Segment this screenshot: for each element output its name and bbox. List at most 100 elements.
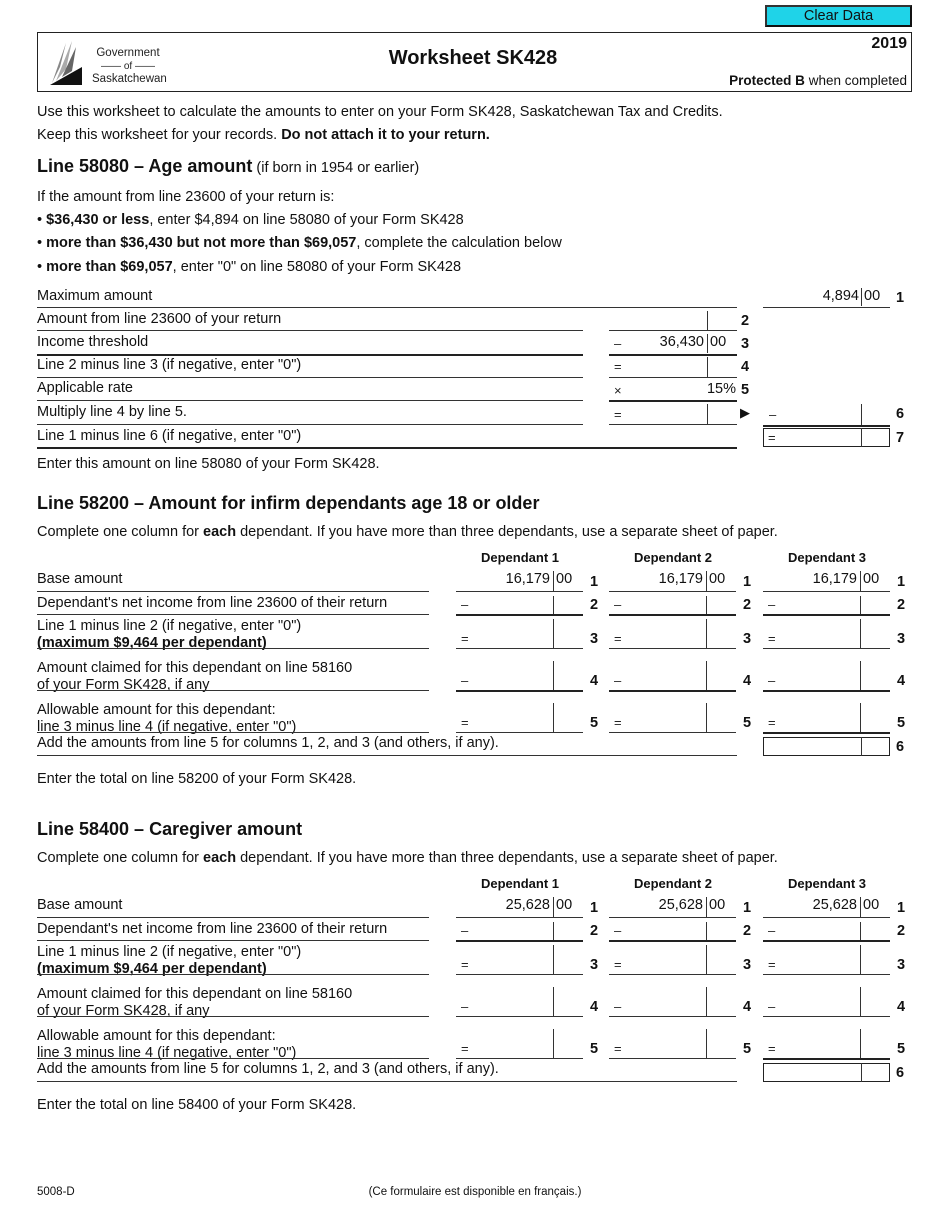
infirm-dependant-1-line-5-input[interactable] [472,703,583,732]
age-line1-dollars: 4,894 [822,288,859,304]
minus-sign: – [461,673,469,688]
line-number: 3 [743,957,752,973]
caregiver-base-dollars: 25,628 [505,897,550,913]
caregiver-cell-rule [456,974,583,975]
minus-sign: – [769,407,777,422]
clear-data-button[interactable]: Clear Data [765,5,912,27]
arrow-right-icon: ▶ [740,405,750,420]
age-row-rule [37,307,737,308]
age-mid-rule [609,377,737,378]
intro-line-2-plain: Keep this worksheet for your records. [37,127,282,143]
caregiver-dependant-3-line-5-input[interactable] [779,1029,890,1058]
caregiver-total-box[interactable] [763,1063,890,1082]
caregiver-base-dollars: 25,628 [812,897,857,913]
infirm-dependant-3-line-5-input[interactable] [779,703,890,732]
infirm-dependant-2-line-5-input[interactable] [625,703,736,732]
intro-line-2-bold: Do not attach it to your return. [281,127,490,143]
logo-line-saskatchewan: Saskatchewan [92,73,167,85]
caregiver-row-label: Amount claimed for this dependant on lin… [37,986,353,1002]
age-line7-box[interactable] [763,428,890,447]
caregiver-dependant-2-line-4-input[interactable] [625,987,736,1016]
age-row-rule [37,400,583,401]
infirm-dependant-3-line-4-input[interactable] [779,661,890,690]
age-line6-right-input[interactable] [779,404,890,425]
age-row-label: Income threshold [37,334,149,350]
french-notice: (Ce formulaire est disponible en françai… [368,1186,582,1198]
age-row-label: Line 2 minus line 3 (if negative, enter … [37,357,302,373]
equals-sign: = [461,1041,469,1056]
equals-sign: = [614,957,622,972]
infirm-cell-rule [763,648,890,649]
equals-sign: = [768,715,776,730]
cents-divider [861,428,862,447]
caregiver-dependant-1-line-5-input[interactable] [472,1029,583,1058]
infirm-base-cents: 00 [863,571,880,587]
infirm-dependant-3-line-3-input[interactable] [779,619,890,648]
age-row-rule [37,330,583,331]
caregiver-dependant-1-line-3-input[interactable] [472,945,583,974]
lead-b: dependant. If you have more than three d… [236,850,778,866]
age-row-label: Applicable rate [37,380,133,396]
caregiver-dependant-3-line-4-input[interactable] [779,987,890,1016]
line-number: 5 [590,1041,599,1057]
line-number: 5 [743,1041,752,1057]
caregiver-dependant-2-line-5-input[interactable] [625,1029,736,1058]
equals-sign: = [614,631,622,646]
infirm-dependant-3-line-2-input[interactable] [779,596,890,614]
line-number: 5 [741,382,750,398]
line-number: 1 [896,290,905,306]
column-header-dependant: Dependant 2 [633,876,712,891]
infirm-row-label: Line 1 minus line 2 (if negative, enter … [37,618,302,634]
caregiver-dependant-3-line-3-input[interactable] [779,945,890,974]
minus-sign: – [768,999,776,1014]
caregiver-row-label: Line 1 minus line 2 (if negative, enter … [37,944,302,960]
minus-sign: – [614,597,622,612]
caregiver-dependant-1-line-4-input[interactable] [472,987,583,1016]
age-line4-input[interactable] [622,357,737,377]
caregiver-dependant-2-line-2-input[interactable] [625,922,736,940]
cents-divider [553,571,554,591]
line-number: 2 [743,923,752,939]
infirm-cell-rule [456,614,583,616]
times-sign: × [614,383,622,398]
minus-sign: – [614,999,622,1014]
infirm-dependant-1-line-3-input[interactable] [472,619,583,648]
age-note: Enter this amount on line 58080 of your … [37,456,380,472]
equals-sign: = [768,957,776,972]
equals-sign: = [461,957,469,972]
infirm-cell-rule [609,690,736,692]
line-number: 2 [741,313,750,329]
bullet-rest: , enter $4,894 on line 58080 of your For… [149,212,464,228]
infirm-cell-rule [763,732,890,734]
caregiver-row-label: Allowable amount for this dependant: [37,1028,276,1044]
caregiver-dependant-3-line-2-input[interactable] [779,922,890,940]
infirm-total-box[interactable] [763,737,890,756]
infirm-dependant-1-line-2-input[interactable] [472,596,583,614]
infirm-dependant-1-line-4-input[interactable] [472,661,583,690]
infirm-dependant-2-line-4-input[interactable] [625,661,736,690]
infirm-cell-rule [456,690,583,692]
protected-notice: Protected B when completed [729,73,907,88]
lead-a: Complete one column for [37,524,204,540]
line-number: 7 [896,430,905,446]
caregiver-dependant-1-line-2-input[interactable] [472,922,583,940]
infirm-dependant-2-line-3-input[interactable] [625,619,736,648]
equals-sign: = [768,1041,776,1056]
caregiver-label-rule [37,917,429,918]
line-number: 2 [897,597,906,613]
infirm-dependant-2-line-2-input[interactable] [625,596,736,614]
age-line5-rate: 15% [706,381,736,397]
age-line2-input[interactable] [609,311,737,330]
age-line1-rule [763,307,890,308]
age-lead: If the amount from line 23600 of your re… [37,189,335,205]
line-number: 5 [743,715,752,731]
minus-sign: – [614,923,622,938]
equals-sign: = [461,631,469,646]
cents-divider [553,897,554,917]
infirm-cell-rule [609,591,736,592]
age-bullet-3: • more than $69,057, enter "0" on line 5… [37,259,462,275]
caregiver-cell-rule [763,974,890,975]
equals-sign: = [614,359,622,374]
age-line6-input[interactable] [622,404,737,424]
caregiver-dependant-2-line-3-input[interactable] [625,945,736,974]
